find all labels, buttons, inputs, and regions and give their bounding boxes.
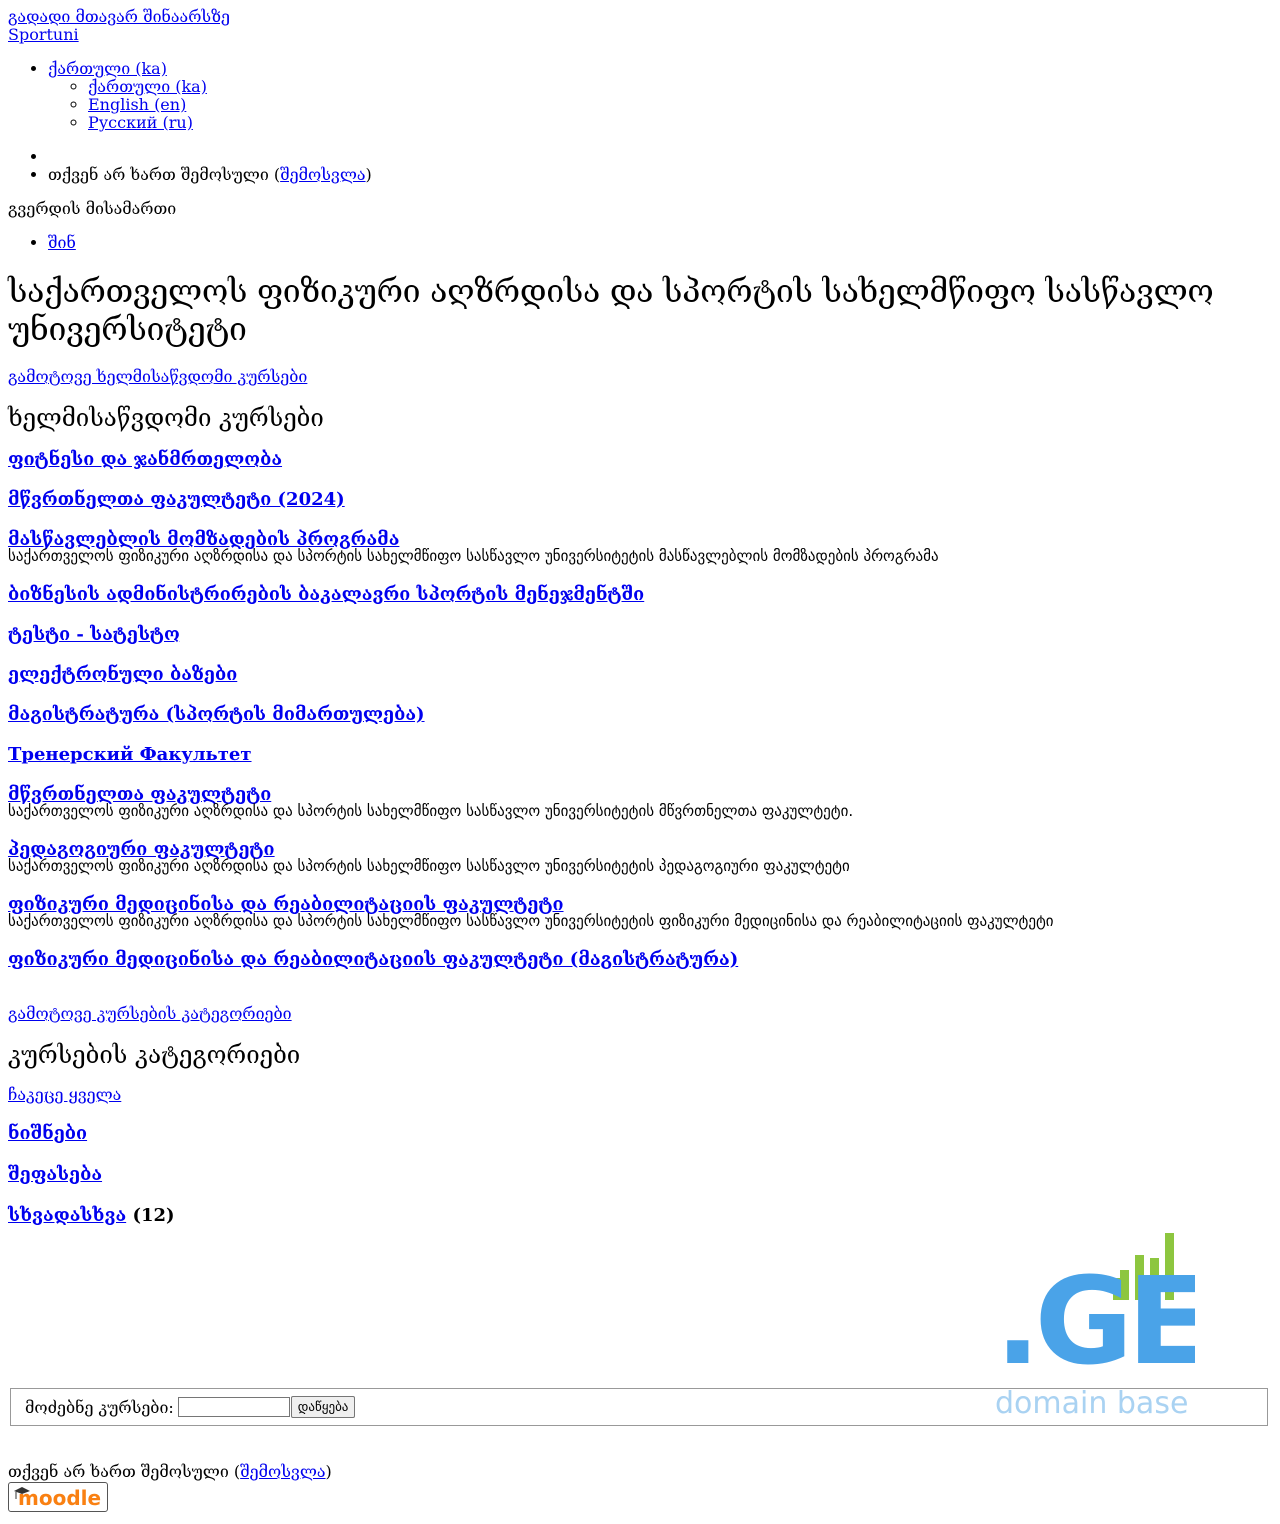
course-item: პედაგოგიური ფაკულტეტი საქართველოს ფიზიკურ… [8, 839, 1272, 875]
search-label: მოძებნე კურსები: [25, 1397, 174, 1417]
course-link[interactable]: ფიტნესი და ჯანმრთელობა [8, 449, 282, 470]
category-item: ნიშნები [8, 1123, 1272, 1144]
page-title: საქართველოს ფიზიკური აღზრდისა და სპორტის… [8, 272, 1214, 348]
moodle-logo-icon: moodle [14, 1486, 101, 1509]
course-link[interactable]: ელექტრონული ბაზები [8, 664, 237, 685]
site-name-link[interactable]: Sportuni [8, 25, 79, 44]
breadcrumb-label: გვერდის მისამართი [8, 199, 177, 218]
course-item: ტესტი - სატესტო [8, 624, 1272, 645]
skip-categories-link[interactable]: გამოტოვე კურსების კატეგორიები [8, 1004, 292, 1023]
course-list: ფიტნესი და ჯანმრთელობა მწვრთნელთა ფაკულტე… [8, 449, 1272, 970]
course-summary: საქართველოს ფიზიკური აღზრდისა და სპორტის… [8, 857, 850, 875]
footer-login-text: თქვენ არ ხართ შემოსული ( [8, 1462, 241, 1481]
ge-logo-text: .GE [995, 1253, 1195, 1392]
course-link[interactable]: მაგისტრატურა (სპორტის მიმართულება) [8, 704, 425, 725]
ge-domain-base-logo: .GE domain base [995, 1233, 1195, 1420]
course-summary: საქართველოს ფიზიკური აღზრდისა და სპორტის… [8, 912, 1054, 930]
category-list: ნიშნები შეფასება სხვადასხვა (12) [8, 1123, 1272, 1226]
course-link[interactable]: ტესტი - სატესტო [8, 624, 180, 645]
category-count: (12) [132, 1205, 175, 1226]
footer-login-suffix: ) [325, 1462, 332, 1481]
course-item: ელექტრონული ბაზები [8, 664, 1272, 685]
language-option-en[interactable]: English (en) [88, 95, 186, 114]
course-item: ფიტნესი და ჯანმრთელობა [8, 449, 1272, 470]
course-link[interactable]: მწვრთნელთა ფაკულტეტი (2024) [8, 489, 345, 510]
skip-available-courses-link[interactable]: გამოტოვე ხელმისაწვდომი კურსები [8, 367, 307, 386]
categories-heading: კურსების კატეგორიები [8, 1041, 301, 1069]
language-option-ka[interactable]: ქართული (ka) [88, 77, 207, 96]
course-link[interactable]: ბიზნესის ადმინისტრირების ბაკალავრი სპორტ… [8, 584, 644, 605]
course-summary: საქართველოს ფიზიკური აღზრდისა და სპორტის… [8, 547, 939, 565]
category-link[interactable]: ნიშნები [8, 1123, 87, 1144]
moodle-logo-link[interactable]: moodle [8, 1482, 108, 1512]
course-item: Тренерский Факультет [8, 744, 1272, 765]
course-item: ფიზიკური მედიცინისა და რეაბილიტაციის ფაკ… [8, 949, 1272, 970]
course-summary: საქართველოს ფიზიკური აღზრდისა და სპორტის… [8, 802, 854, 820]
course-item: მწვრთნელთა ფაკულტეტი საქართველოს ფიზიკური… [8, 784, 1272, 820]
course-link[interactable]: ფიზიკური მედიცინისა და რეაბილიტაციის ფაკ… [8, 949, 738, 970]
breadcrumb-home-link[interactable]: შინ [48, 233, 76, 252]
login-link[interactable]: შემოსვლა [280, 165, 365, 184]
search-input[interactable] [177, 1397, 290, 1417]
footer-login-link[interactable]: შემოსვლა [240, 1462, 325, 1481]
category-link[interactable]: შეფასება [8, 1164, 102, 1185]
language-current-item: ქართული (ka) ქართული (ka) English (en) Р… [48, 60, 1272, 132]
user-menu-empty-item [48, 148, 1272, 166]
skip-to-main-link[interactable]: გადადი მთავარ შინაარსზე [8, 7, 230, 26]
language-menu: ქართული (ka) ქართული (ka) English (en) Р… [8, 60, 1272, 132]
user-menu: თქვენ არ ხართ შემოსული (შემოსვლა) [8, 148, 1272, 184]
category-link[interactable]: სხვადასხვა [8, 1205, 126, 1226]
available-courses-heading: ხელმისაწვდომი კურსები [8, 404, 324, 432]
footer-login-info: თქვენ არ ხართ შემოსული (შემოსვლა) [8, 1463, 332, 1481]
course-item: მასწავლებლის მომზადების პროგრამა საქართვე… [8, 529, 1272, 565]
login-info: თქვენ არ ხართ შემოსული (შემოსვლა) [48, 166, 1272, 184]
login-info-suffix: ) [365, 165, 372, 184]
collapse-all-link[interactable]: ჩაკეცე ყველა [8, 1085, 121, 1104]
login-info-text: თქვენ არ ხართ შემოსული ( [48, 165, 281, 184]
moodle-logo-text: moodle [18, 1486, 101, 1509]
category-item: შეფასება [8, 1164, 1272, 1185]
course-item: მაგისტრატურა (სპორტის მიმართულება) [8, 704, 1272, 725]
breadcrumb: შინ [8, 234, 1272, 252]
course-link[interactable]: Тренерский Факультет [8, 744, 252, 765]
course-item: ფიზიკური მედიცინისა და რეაბილიტაციის ფაკ… [8, 894, 1272, 930]
ge-logo-subtext: domain base [995, 1386, 1188, 1420]
category-item: სხვადასხვა (12) [8, 1205, 1272, 1226]
language-option-ru[interactable]: Русский (ru) [88, 113, 193, 132]
search-go-button[interactable]: დაწყება [290, 1396, 356, 1418]
language-current-link[interactable]: ქართული (ka) [48, 59, 167, 78]
course-item: ბიზნესის ადმინისტრირების ბაკალავრი სპორტ… [8, 584, 1272, 605]
course-item: მწვრთნელთა ფაკულტეტი (2024) [8, 489, 1272, 510]
